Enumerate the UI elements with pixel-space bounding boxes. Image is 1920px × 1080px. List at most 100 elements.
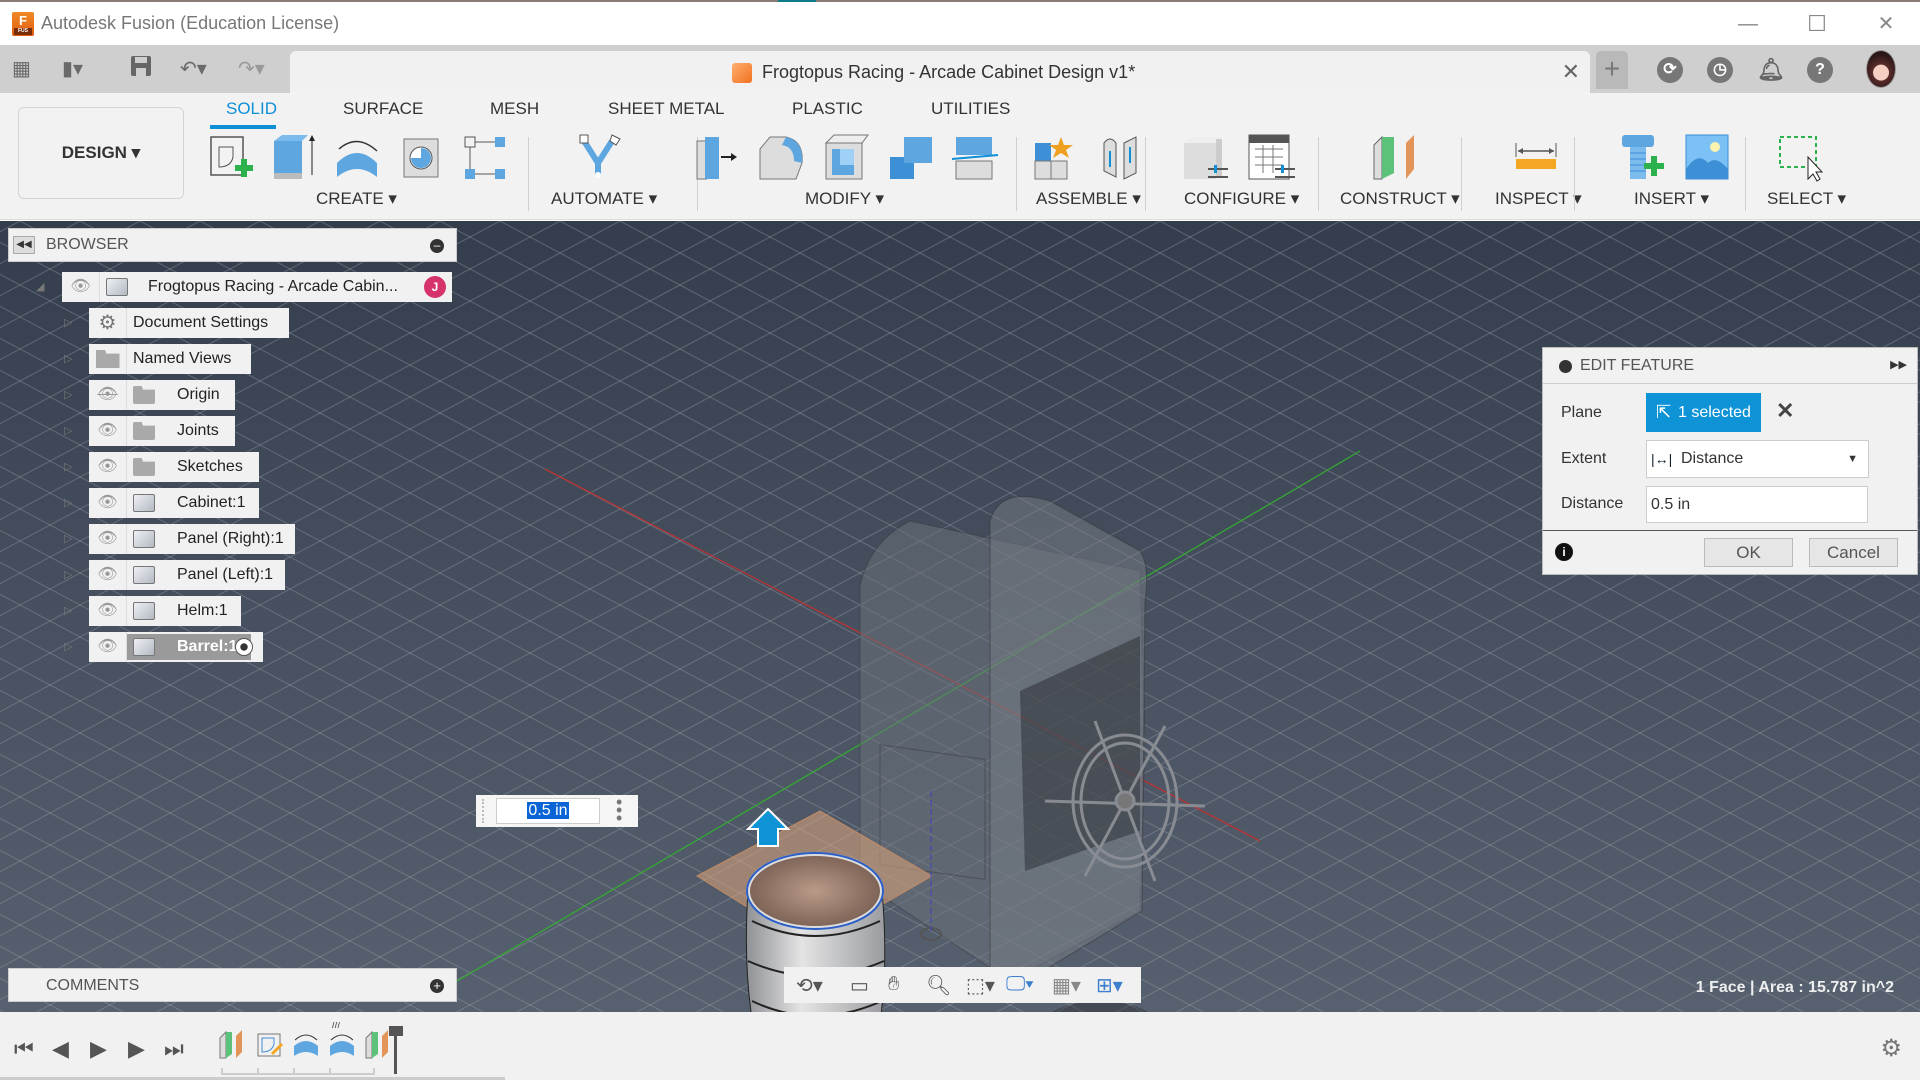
- inspect-menu[interactable]: INSPECT ▾: [1495, 189, 1582, 209]
- measure-icon[interactable]: [1512, 133, 1562, 183]
- extrude-icon[interactable]: [268, 133, 318, 183]
- press-pull-icon[interactable]: [693, 133, 743, 183]
- orbit-icon[interactable]: ⟲▾: [796, 973, 823, 998]
- 3d-viewport[interactable]: Z X TOP FRONT RIGHT: [0, 221, 1920, 1012]
- browser-item[interactable]: 👁︎ Sketches: [89, 452, 259, 482]
- timeline-feature-sketch[interactable]: [257, 1033, 284, 1057]
- ok-button[interactable]: OK: [1704, 538, 1793, 567]
- tab-surface[interactable]: SURFACE: [343, 99, 423, 119]
- more-options-icon[interactable]: • • •: [616, 793, 624, 827]
- browser-item[interactable]: 👁︎ Barrel:1: [89, 632, 263, 662]
- timeline-feature-revolve[interactable]: [294, 1034, 318, 1056]
- visibility-eye-icon[interactable]: 👁︎: [62, 272, 100, 302]
- collapse-browser-icon[interactable]: ◀◀: [13, 236, 35, 254]
- browser-item[interactable]: 👁︎ Helm:1: [89, 596, 241, 626]
- tab-utilities[interactable]: UTILITIES: [931, 99, 1010, 119]
- expand-arrow-icon[interactable]: ▷: [64, 604, 74, 618]
- grid-snaps-icon[interactable]: ▦▾: [1052, 973, 1081, 998]
- browser-item[interactable]: ⚙︎ Document Settings: [89, 308, 289, 338]
- visibility-eye-icon[interactable]: 👁︎: [89, 452, 127, 482]
- expand-arrow-icon[interactable]: ▷: [64, 640, 74, 654]
- timeline-next-icon[interactable]: ▶︎: [128, 1036, 145, 1062]
- workspace-switcher[interactable]: DESIGN ▾: [18, 107, 184, 199]
- automate-menu[interactable]: AUTOMATE ▾: [551, 189, 657, 209]
- browser-item[interactable]: 👁︎ Cabinet:1: [89, 488, 259, 518]
- tab-sheet-metal[interactable]: SHEET METAL: [608, 99, 725, 119]
- insert-canvas-icon[interactable]: [1684, 133, 1734, 183]
- profile-avatar[interactable]: [1866, 50, 1896, 88]
- browser-item[interactable]: 👁︎ Panel (Right):1: [89, 524, 295, 554]
- expand-arrow-icon[interactable]: ▷: [64, 460, 74, 474]
- new-component-icon[interactable]: [1031, 133, 1081, 183]
- browser-item[interactable]: 👁︎ Origin: [89, 380, 235, 410]
- automate-icon[interactable]: [576, 133, 626, 183]
- expand-arrow-icon[interactable]: ▷: [64, 388, 74, 402]
- fillet-icon[interactable]: [756, 133, 806, 183]
- distance-input[interactable]: 0.5 in: [1646, 486, 1868, 523]
- construct-menu[interactable]: CONSTRUCT ▾: [1340, 189, 1460, 209]
- expand-arrow-icon[interactable]: ▷: [64, 352, 74, 366]
- configure-menu[interactable]: CONFIGURE ▾: [1184, 189, 1299, 209]
- tab-mesh[interactable]: MESH: [490, 99, 539, 119]
- notifications-icon[interactable]: 🔔︎: [1757, 57, 1785, 83]
- timeline-first-icon[interactable]: ⏮︎: [14, 1036, 34, 1062]
- canvas-scene[interactable]: Z X TOP FRONT RIGHT: [0, 221, 1920, 1012]
- extensions-icon[interactable]: ⟳: [1657, 57, 1683, 83]
- help-icon[interactable]: ?: [1807, 57, 1833, 83]
- drag-handle[interactable]: [482, 799, 486, 823]
- clear-selection-icon[interactable]: ✕: [1776, 398, 1794, 424]
- expand-arrow-icon[interactable]: ▷: [64, 316, 74, 330]
- new-tab-button[interactable]: +: [1596, 51, 1628, 89]
- revolve-icon[interactable]: [333, 133, 383, 183]
- pan-icon[interactable]: ✋︎: [888, 973, 899, 996]
- info-icon[interactable]: i: [1555, 543, 1573, 561]
- look-at-icon[interactable]: ▭: [850, 973, 869, 998]
- split-body-icon[interactable]: [950, 133, 1000, 183]
- timeline-feature-offset-plane-2[interactable]: [365, 1030, 388, 1059]
- hole-icon[interactable]: [398, 133, 448, 183]
- maximize-button[interactable]: ☐: [1797, 10, 1837, 40]
- data-panel-grid-icon[interactable]: ▦: [12, 55, 31, 83]
- floating-distance-field[interactable]: 0.5 in: [496, 798, 600, 824]
- save-icon[interactable]: [130, 55, 152, 83]
- tab-plastic[interactable]: PLASTIC: [792, 99, 863, 119]
- minimize-button[interactable]: —: [1728, 10, 1768, 40]
- browser-item[interactable]: Named Views: [89, 344, 251, 374]
- create-menu[interactable]: CREATE ▾: [316, 189, 397, 209]
- timeline-last-icon[interactable]: ⏭︎: [164, 1036, 184, 1062]
- browser-item[interactable]: 👁︎ Panel (Left):1: [89, 560, 285, 590]
- timeline-previous-icon[interactable]: ◀︎: [52, 1036, 69, 1062]
- fit-icon[interactable]: ⬚▾: [966, 973, 995, 998]
- joint-icon[interactable]: [1096, 133, 1146, 183]
- undo-icon[interactable]: ↶▾: [180, 55, 207, 83]
- select-menu[interactable]: SELECT ▾: [1767, 189, 1846, 209]
- add-comment-icon[interactable]: +: [430, 979, 444, 993]
- user-badge[interactable]: J: [424, 276, 446, 298]
- visibility-eye-icon[interactable]: 👁︎: [89, 596, 127, 626]
- visibility-eye-icon[interactable]: 👁︎: [89, 524, 127, 554]
- timeline-feature-revolve-2[interactable]: ///: [330, 1022, 354, 1056]
- timeline-play-icon[interactable]: ▶︎: [90, 1036, 107, 1062]
- timeline-settings-gear-icon[interactable]: ⚙︎: [1880, 1034, 1902, 1063]
- offset-plane-icon[interactable]: [1372, 133, 1422, 183]
- visibility-eye-icon[interactable]: 👁︎: [89, 416, 127, 446]
- visibility-eye-icon[interactable]: 👁︎: [89, 560, 127, 590]
- browser-item[interactable]: 👁︎ Joints: [89, 416, 235, 446]
- dialog-expand-icon[interactable]: ▶▶: [1890, 358, 1907, 371]
- expand-arrow-icon[interactable]: ▷: [64, 424, 74, 438]
- create-sketch-icon[interactable]: [205, 133, 255, 183]
- timeline-feature-offset-plane[interactable]: [219, 1030, 242, 1059]
- viewports-icon[interactable]: ⊞▾: [1096, 973, 1123, 998]
- combine-icon[interactable]: [886, 133, 936, 183]
- file-menu-icon[interactable]: ▮▾: [62, 55, 83, 83]
- insert-mcmaster-icon[interactable]: [1618, 133, 1668, 183]
- root-collapse-icon[interactable]: ◢: [36, 280, 46, 294]
- configuration-table-icon[interactable]: [1247, 133, 1297, 183]
- expand-arrow-icon[interactable]: ▷: [64, 532, 74, 546]
- modify-menu[interactable]: MODIFY ▾: [805, 189, 884, 209]
- configure-parameters-icon[interactable]: [1182, 133, 1232, 183]
- insert-menu[interactable]: INSERT ▾: [1634, 189, 1709, 209]
- hidden-eye-icon[interactable]: 👁︎: [89, 380, 127, 410]
- cancel-button[interactable]: Cancel: [1809, 538, 1898, 567]
- activate-radio-icon[interactable]: [235, 638, 253, 656]
